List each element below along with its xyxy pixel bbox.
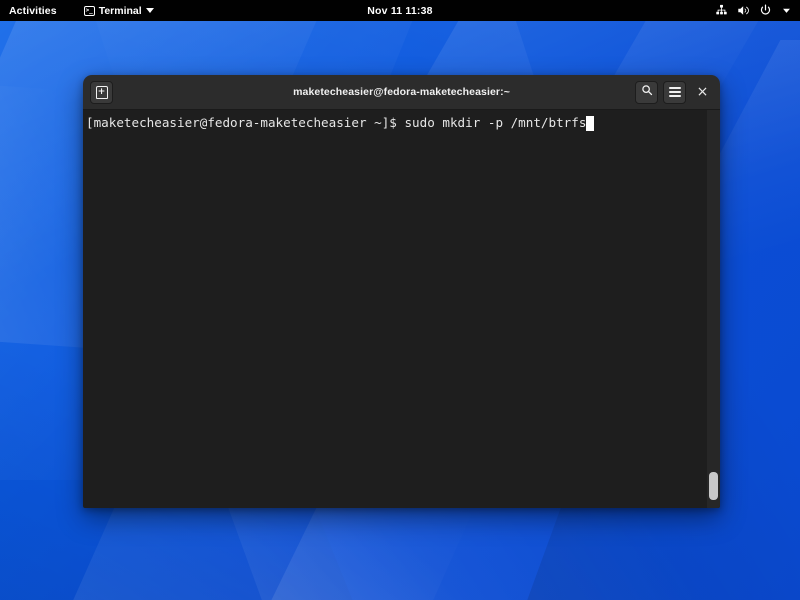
terminal-scrollbar[interactable]: [707, 110, 720, 508]
terminal-window[interactable]: + maketecheasier@fedora-maketecheasier:~: [83, 75, 720, 508]
close-button[interactable]: ×: [691, 81, 714, 104]
text-cursor: [586, 116, 594, 131]
activities-label: Activities: [9, 5, 57, 17]
chevron-down-icon: [146, 8, 154, 13]
titlebar-actions: ×: [635, 81, 714, 104]
terminal-body[interactable]: [maketecheasier@fedora-maketecheasier ~]…: [83, 110, 720, 508]
hamburger-menu-button[interactable]: [663, 81, 686, 104]
search-button[interactable]: [635, 81, 658, 104]
terminal-icon: >_: [84, 6, 95, 16]
terminal-icon-glyph: >_: [86, 8, 93, 14]
hamburger-menu-icon: [669, 87, 681, 97]
system-tray[interactable]: [715, 0, 800, 21]
close-icon: ×: [697, 85, 709, 99]
app-menu-label: Terminal: [99, 5, 142, 17]
scrollbar-thumb[interactable]: [709, 472, 718, 500]
terminal-command: sudo mkdir -p /mnt/btrfs: [404, 115, 586, 131]
terminal-prompt-line: [maketecheasier@fedora-maketecheasier ~]…: [86, 115, 720, 131]
new-tab-icon-glyph: +: [98, 88, 106, 97]
window-title: maketecheasier@fedora-maketecheasier:~: [83, 86, 720, 98]
search-icon: [641, 83, 653, 101]
window-titlebar[interactable]: + maketecheasier@fedora-maketecheasier:~: [83, 75, 720, 110]
volume-speaker-icon[interactable]: [737, 4, 750, 17]
wired-network-icon[interactable]: [715, 4, 728, 17]
activities-button[interactable]: Activities: [0, 0, 66, 21]
new-tab-button[interactable]: +: [90, 81, 113, 104]
power-icon[interactable]: [759, 4, 772, 17]
app-menu-button[interactable]: >_ Terminal: [76, 0, 162, 21]
tray-chevron-down-icon[interactable]: [781, 5, 792, 16]
new-tab-icon: +: [96, 86, 108, 99]
clock-label[interactable]: Nov 11 11:38: [359, 5, 440, 17]
gnome-top-bar: Activities >_ Terminal Nov 11 11:38: [0, 0, 800, 21]
shell-prompt: [maketecheasier@fedora-maketecheasier ~]…: [86, 115, 404, 131]
